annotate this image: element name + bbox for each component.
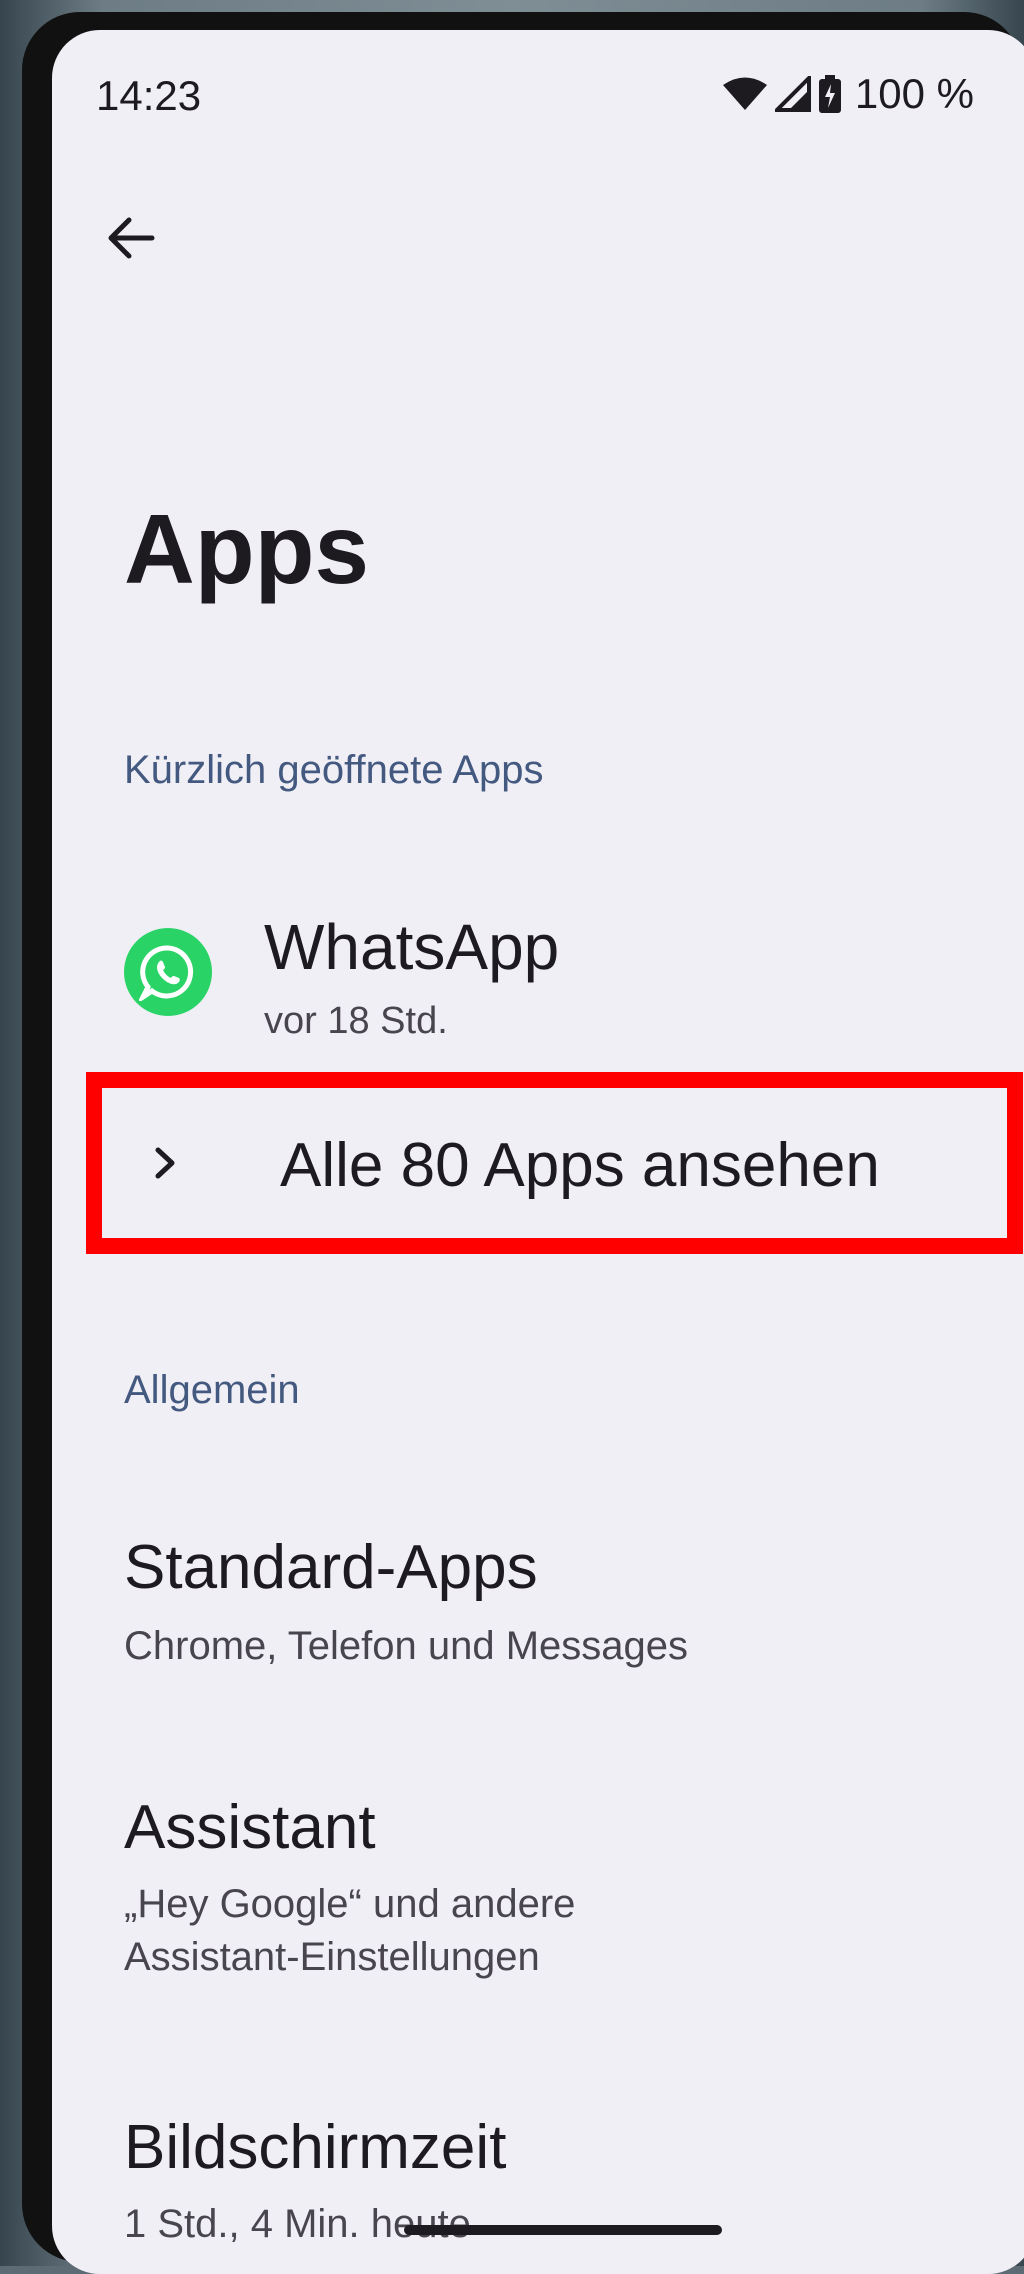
chevron-right-icon xyxy=(150,1138,180,1193)
settings-item-default-apps[interactable]: Standard-Apps Chrome, Telefon und Messag… xyxy=(52,1510,1024,1690)
screen: 14:23 100 % Apps Kürzlich geöffnete Apps xyxy=(52,30,1024,2274)
battery-charging-icon xyxy=(818,75,841,113)
status-icons: 100 % xyxy=(722,70,974,118)
page-title: Apps xyxy=(124,494,369,604)
cellular-signal-icon xyxy=(774,76,811,112)
item-title: Assistant xyxy=(124,1793,376,1862)
wifi-icon xyxy=(722,76,767,112)
home-indicator[interactable] xyxy=(404,2225,722,2235)
item-subtitle: „Hey Google“ und andere Assistant-Einste… xyxy=(124,1878,575,1984)
item-subtitle-line: Assistant-Einstellungen xyxy=(124,1935,540,1980)
section-header-general: Allgemein xyxy=(124,1368,300,1412)
status-bar: 14:23 100 % xyxy=(52,30,1024,150)
item-title: Standard-Apps xyxy=(124,1533,538,1602)
back-button[interactable] xyxy=(90,200,170,280)
phone-frame: 14:23 100 % Apps Kürzlich geöffnete Apps xyxy=(22,12,1024,2274)
app-last-used: vor 18 Std. xyxy=(264,1000,448,1042)
item-title: Bildschirmzeit xyxy=(124,2113,507,2182)
see-all-apps-label: Alle 80 Apps ansehen xyxy=(280,1131,880,1200)
item-subtitle: Chrome, Telefon und Messages xyxy=(124,1624,689,1668)
status-time: 14:23 xyxy=(96,72,202,119)
recent-app-whatsapp[interactable]: WhatsApp vor 18 Std. xyxy=(52,880,1024,1050)
see-all-apps-button[interactable]: Alle 80 Apps ansehen xyxy=(86,1072,1023,1254)
battery-percent: 100 % xyxy=(854,70,974,117)
item-subtitle-line: „Hey Google“ und andere xyxy=(124,1882,576,1926)
app-name: WhatsApp xyxy=(264,911,560,983)
section-header-recent: Kürzlich geöffnete Apps xyxy=(124,748,544,792)
whatsapp-icon xyxy=(124,928,212,1016)
arrow-left-icon xyxy=(105,216,155,265)
settings-item-assistant[interactable]: Assistant „Hey Google“ und andere Assist… xyxy=(52,1770,1024,2000)
